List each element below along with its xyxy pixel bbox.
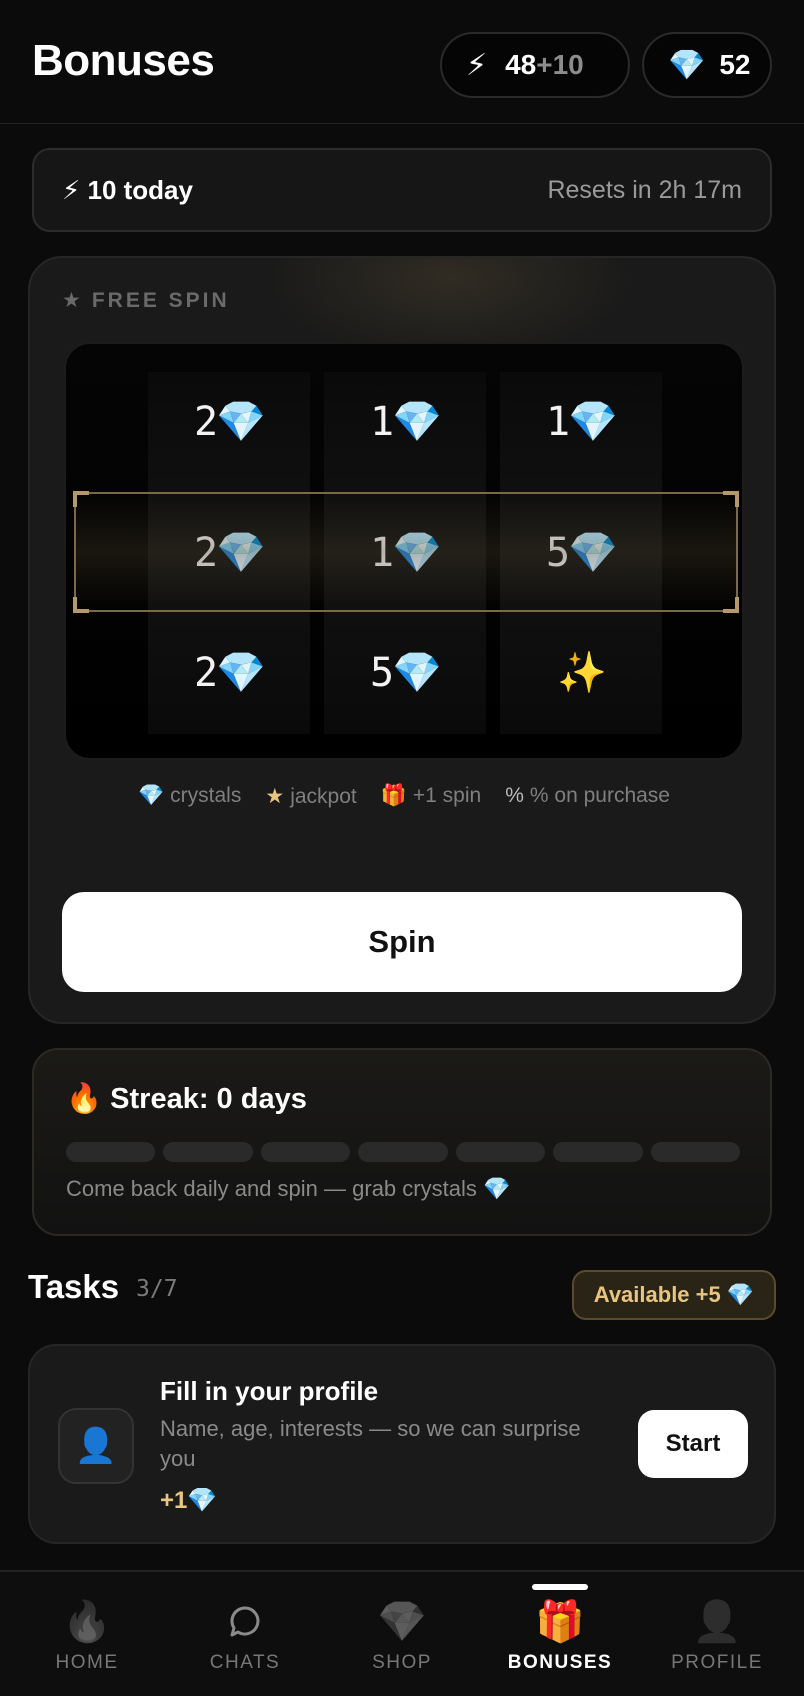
reel-symbol: 2💎 [194, 399, 266, 445]
nav-item-chats[interactable]: CHATS [166, 1594, 324, 1690]
spin-legend: 💎 crystals ★ jackpot 🎁 +1 spin %% on purcha… [30, 784, 778, 809]
active-tab-indicator [532, 1584, 588, 1590]
today-energy: ⚡ 10 today [62, 174, 193, 205]
task-item[interactable]: 👤 Fill in your profile Name, age, intere… [28, 1344, 776, 1544]
user-icon: 👤 [58, 1408, 134, 1484]
energy-bonus: +10 [536, 49, 584, 80]
nav-item-bonuses[interactable]: 🎁 BONUSES [481, 1594, 639, 1690]
streak-day-segment [260, 1142, 351, 1162]
percent-icon: % [505, 784, 524, 807]
gem-icon: 💎 [668, 48, 706, 82]
gift-icon: 🎁 [535, 1600, 585, 1644]
nav-item-home[interactable]: 🔥 HOME [8, 1594, 166, 1690]
legend-item-discount: %% on purchase [505, 784, 670, 807]
task-description: Name, age, interests — so we can surpris… [160, 1416, 581, 1471]
tasks-heading: Tasks [28, 1268, 120, 1305]
task-title: Fill in your profile [160, 1376, 379, 1406]
nav-label: HOME [55, 1652, 119, 1673]
nav-label: PROFILE [671, 1652, 763, 1673]
nav-label: BONUSES [507, 1652, 613, 1673]
nav-label: SHOP [372, 1652, 432, 1673]
daily-energy-bar: ⚡ 10 today Resets in 2h 17m [32, 148, 772, 232]
chat-bubble-icon [166, 1594, 324, 1650]
energy-counter[interactable]: ⚡ 48 +10 [440, 32, 630, 98]
task-reward: +1💎 [160, 1487, 218, 1514]
star-icon: ★ [265, 785, 285, 808]
reel-symbol: 5💎 [370, 650, 442, 696]
streak-day-segment [455, 1142, 546, 1162]
energy-value: 48 [505, 49, 537, 80]
spin-button[interactable]: Spin [62, 892, 742, 992]
streak-day-segment [66, 1142, 156, 1162]
gem-counter[interactable]: 💎 52 [642, 32, 772, 98]
reset-timer: Resets in 2h 17m [547, 175, 742, 204]
slot-machine: 2💎 2💎 2💎 1💎 1💎 5💎 1💎 5💎 ✨ [64, 342, 744, 760]
nav-item-shop[interactable]: 💎 SHOP [323, 1594, 481, 1690]
legend-item-crystals: 💎 crystals [138, 784, 242, 807]
lightning-icon: ⚡ [466, 48, 488, 82]
nav-item-profile[interactable]: 👤 PROFILE [638, 1594, 796, 1690]
streak-hint: Come back daily and spin — grab crystals… [66, 1176, 511, 1201]
header: Bonuses ⚡ 48 +10 💎 52 [0, 0, 804, 124]
streak-day-segment [358, 1142, 448, 1162]
free-spin-card: ★FREE SPIN 2💎 2💎 2💎 1💎 1💎 5💎 1💎 5💎 ✨ 💎cr… [28, 256, 776, 1024]
reel-symbol: ✨ [557, 650, 607, 696]
user-icon: 👤 [692, 1600, 742, 1644]
tasks-count: 3/7 [136, 1276, 178, 1302]
reel-symbol: 1💎 [546, 399, 618, 445]
task-start-button[interactable]: Start [638, 1410, 748, 1478]
flame-icon: 🔥 [62, 1600, 112, 1644]
streak-title: 🔥 Streak: 0 days [66, 1083, 307, 1115]
payline-frame [73, 491, 739, 613]
streak-day-segment [650, 1142, 740, 1162]
gem-icon: 💎 [377, 1600, 427, 1644]
gem-icon: 💎 [138, 784, 165, 807]
streak-day-segment [163, 1142, 253, 1162]
gift-icon: 🎁 [380, 784, 407, 807]
page-title: Bonuses [32, 36, 215, 85]
free-spin-label: ★ FREE SPIN [62, 289, 230, 312]
streak-card: 🔥 Streak: 0 days Come back daily and spi… [32, 1048, 772, 1236]
legend-item-jackpot: ★ jackpot [265, 785, 357, 808]
available-reward-badge: Available +5 💎 [572, 1270, 776, 1320]
nav-label: CHATS [209, 1652, 281, 1673]
gem-value: 52 [719, 49, 751, 80]
reel-symbol: 2💎 [194, 650, 266, 696]
star-icon: ★ [62, 289, 84, 312]
reel-symbol: 1💎 [370, 399, 442, 445]
streak-day-segment [553, 1142, 643, 1162]
bottom-nav: 🔥 HOME CHATS 💎 SHOP 🎁 BONUSES 👤 PROFILE [0, 1570, 804, 1696]
streak-progress [66, 1142, 740, 1162]
legend-item-extra-spin: 🎁 +1 spin [380, 784, 482, 807]
